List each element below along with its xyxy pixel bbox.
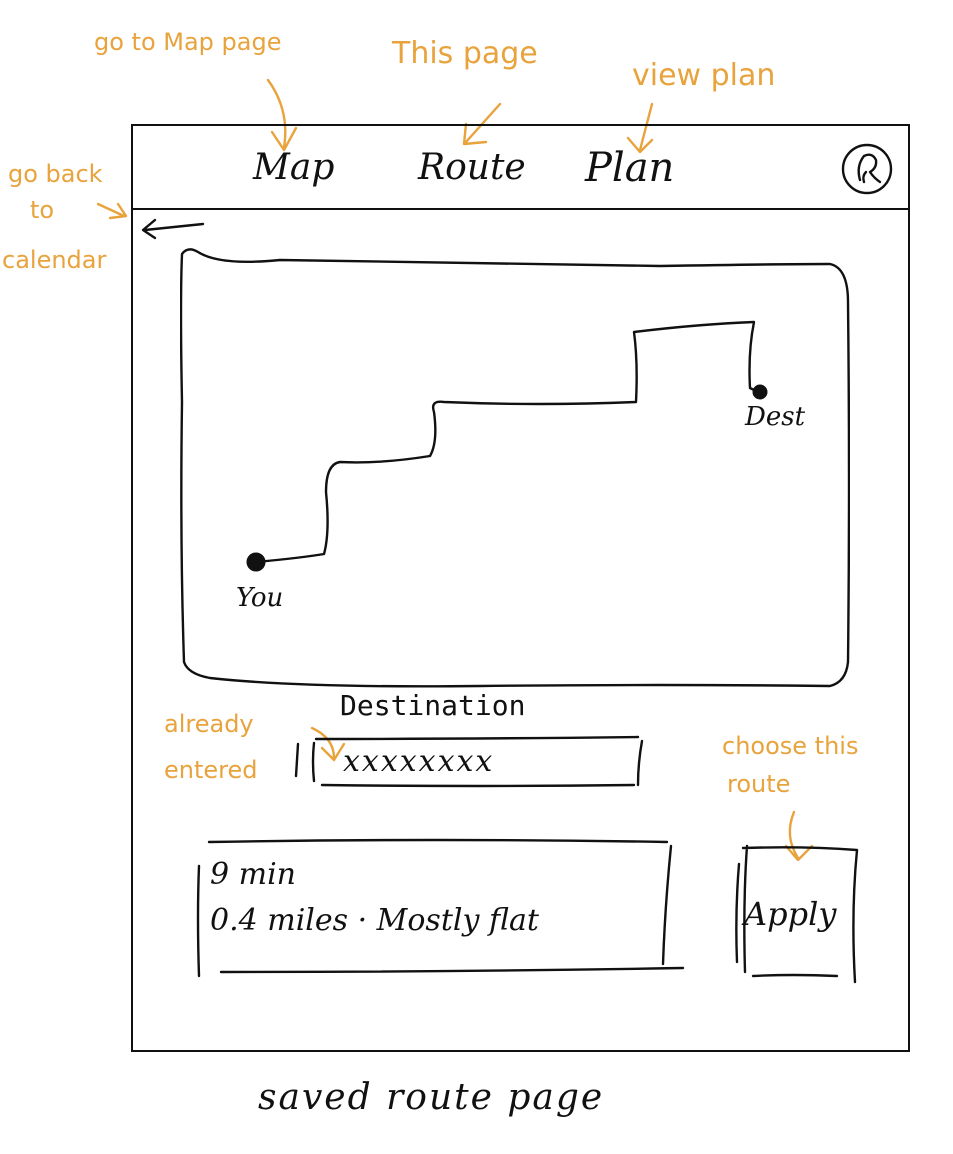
route-duration: 9 min: [210, 857, 296, 892]
tab-route[interactable]: Route: [418, 148, 526, 188]
tab-plan[interactable]: Plan: [585, 148, 674, 188]
arrow-left-icon[interactable]: [137, 216, 205, 242]
top-nav: Map Route Plan: [133, 126, 908, 210]
input-cursor: [294, 742, 300, 778]
route-details: 0.4 miles · Mostly flat: [210, 903, 539, 938]
route-end-label: Dest: [745, 402, 806, 432]
user-avatar-icon[interactable]: [840, 142, 894, 196]
tab-map[interactable]: Map: [253, 148, 334, 188]
destination-value: xxxxxxxx: [343, 744, 495, 779]
destination-label: Destination: [340, 689, 526, 722]
route-map[interactable]: [180, 242, 850, 690]
apply-button-label: Apply: [744, 895, 837, 933]
route-end-marker: [752, 384, 768, 400]
page-caption: saved route page: [258, 1077, 605, 1118]
route-start-label: You: [236, 583, 284, 613]
route-start-marker: [246, 552, 266, 572]
